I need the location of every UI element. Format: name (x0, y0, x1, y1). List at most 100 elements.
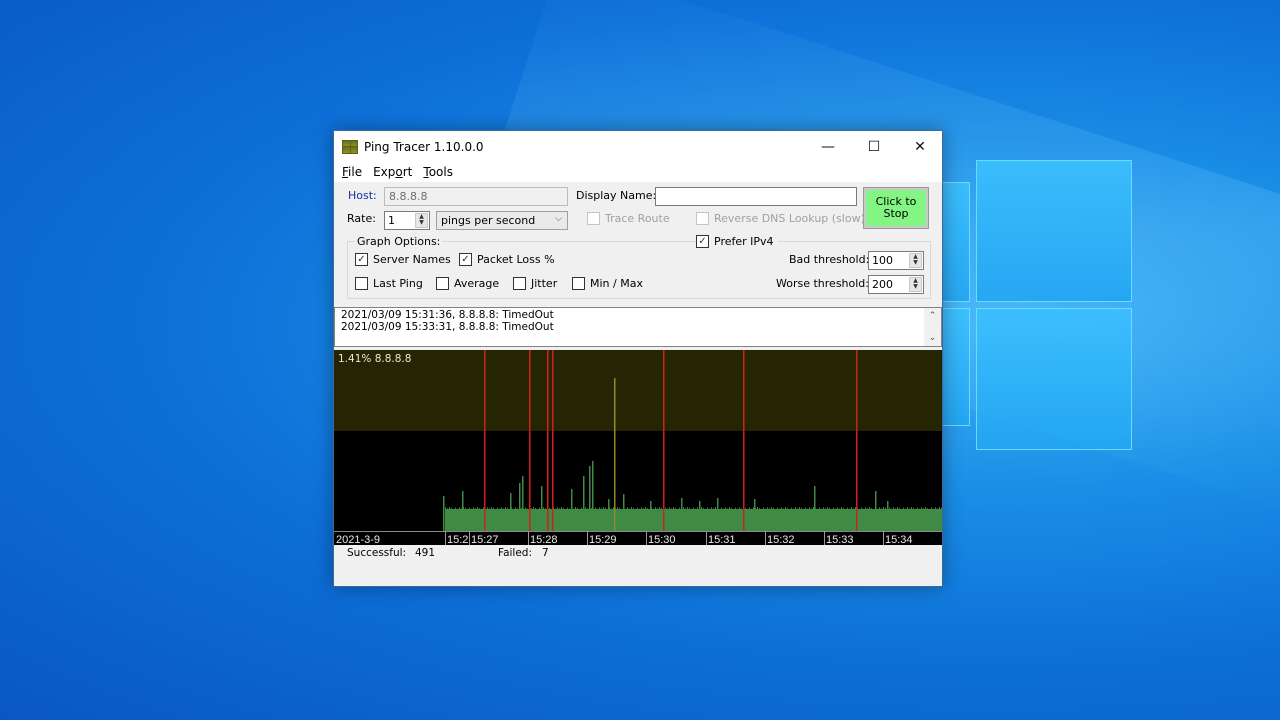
ping-bar (565, 509, 566, 510)
ping-bar (759, 508, 760, 510)
rate-stepper[interactable]: 1 ▲ ▼ (384, 211, 430, 230)
ping-bar (587, 508, 588, 510)
ping-bar (585, 507, 586, 510)
rate-unit-select[interactable]: pings per second ⌵ (436, 211, 568, 230)
ping-bar (637, 507, 638, 510)
ping-bar (497, 507, 498, 510)
ping-bar (847, 507, 848, 510)
ping-spike (443, 496, 445, 531)
display-name-input[interactable] (655, 187, 857, 206)
ping-bar (829, 508, 830, 510)
ping-bar (711, 507, 712, 510)
ping-bar (931, 507, 932, 510)
log-scrollbar[interactable]: ⌃ ⌄ (924, 308, 941, 346)
ping-bar (779, 508, 780, 510)
check-icon: ✓ (696, 235, 709, 248)
ping-bar (689, 508, 690, 510)
ping-bar (619, 508, 620, 510)
ping-spike (462, 491, 464, 531)
ping-bar (757, 507, 758, 510)
ping-bar (535, 508, 536, 510)
rate-spin-buttons[interactable]: ▲ ▼ (415, 213, 428, 228)
ping-bar (525, 507, 526, 510)
minimize-button[interactable]: — (805, 131, 851, 162)
title-bar[interactable]: Ping Tracer 1.10.0.0 — ☐ ✕ (334, 131, 942, 162)
click-to-stop-button[interactable]: Click to Stop (863, 187, 929, 229)
ping-bar (941, 508, 942, 510)
host-input[interactable]: 8.8.8.8 (384, 187, 568, 206)
ping-bar (665, 507, 666, 510)
ping-bar (465, 508, 466, 510)
last-ping-checkbox[interactable]: Last Ping (355, 277, 423, 290)
reverse-dns-checkbox[interactable]: Reverse DNS Lookup (slow) (696, 212, 865, 225)
ping-bar (827, 507, 828, 510)
ping-bar (791, 507, 792, 510)
ping-bar (481, 509, 482, 510)
ping-bar (705, 509, 706, 510)
ping-bar (473, 507, 474, 510)
ping-bar (725, 507, 726, 510)
ping-bar (549, 508, 550, 510)
bad-threshold-label: Bad threshold: (789, 253, 870, 266)
menu-file[interactable]: File (338, 165, 366, 179)
bad-threshold-stepper[interactable]: 100 ▲ ▼ (868, 251, 924, 270)
ping-bar (573, 508, 574, 510)
ping-bar (577, 508, 578, 510)
time-tick-label: 15:34 (885, 534, 913, 545)
menu-export[interactable]: Export (369, 165, 416, 179)
ping-bar (455, 507, 456, 510)
ping-bar (669, 507, 670, 510)
ping-graph[interactable]: 2021-3-9 15:2 15:27 15:28 15:29 15:30 15:31 15:… (334, 350, 942, 545)
ping-spike (589, 466, 591, 531)
server-names-checkbox[interactable]: ✓ Server Names (355, 253, 451, 266)
close-icon: ✕ (914, 138, 926, 155)
trace-route-checkbox[interactable]: Trace Route (587, 212, 670, 225)
ping-bar (795, 507, 796, 510)
app-icon (342, 139, 358, 154)
worse-threshold-stepper[interactable]: 200 ▲ ▼ (868, 275, 924, 294)
maximize-button[interactable]: ☐ (851, 131, 897, 162)
bad-threshold-spin-buttons[interactable]: ▲ ▼ (909, 253, 922, 268)
ping-bar (567, 507, 568, 510)
ping-bar (923, 508, 924, 510)
ping-bar (599, 507, 600, 510)
ping-bar (805, 507, 806, 510)
ping-bar (837, 507, 838, 510)
min-max-checkbox[interactable]: Min / Max (572, 277, 643, 290)
jitter-checkbox[interactable]: Jitter (513, 277, 557, 290)
ping-bar (667, 508, 668, 510)
ping-bar (913, 508, 914, 510)
menu-tools[interactable]: Tools (419, 165, 457, 179)
logo-pane (976, 308, 1132, 450)
ping-bar (591, 508, 592, 510)
ping-spike (522, 476, 524, 531)
ping-bar (555, 508, 556, 510)
ping-bar (649, 509, 650, 510)
worse-threshold-spin-buttons[interactable]: ▲ ▼ (909, 277, 922, 292)
packet-loss-checkbox[interactable]: ✓ Packet Loss % (459, 253, 555, 266)
ping-bar (581, 507, 582, 510)
ping-bar (915, 509, 916, 510)
display-name-label: Display Name: (576, 189, 657, 202)
ping-bar (831, 509, 832, 510)
rate-label: Rate: (347, 212, 376, 225)
ping-spike (681, 498, 683, 531)
time-tick-label: 15:28 (530, 534, 558, 545)
time-tick-label: 15:29 (589, 534, 617, 545)
ping-bar (933, 508, 934, 510)
prefer-ipv4-checkbox[interactable]: ✓ Prefer IPv4 (696, 235, 778, 248)
ping-bar (613, 507, 614, 510)
ping-bar (631, 507, 632, 510)
minimize-icon: — (821, 138, 835, 155)
ping-bar (457, 508, 458, 510)
ping-spike (887, 501, 889, 531)
ping-bar (557, 507, 558, 510)
ping-bar (723, 508, 724, 510)
ping-bar (879, 507, 880, 510)
event-log[interactable]: 2021/03/09 15:31:36, 8.8.8.8: TimedOut 2… (334, 307, 942, 347)
average-checkbox[interactable]: Average (436, 277, 499, 290)
ping-bar (683, 507, 684, 510)
scroll-down-icon[interactable]: ⌄ (924, 332, 941, 344)
scroll-up-icon[interactable]: ⌃ (924, 310, 941, 322)
close-button[interactable]: ✕ (897, 131, 943, 162)
